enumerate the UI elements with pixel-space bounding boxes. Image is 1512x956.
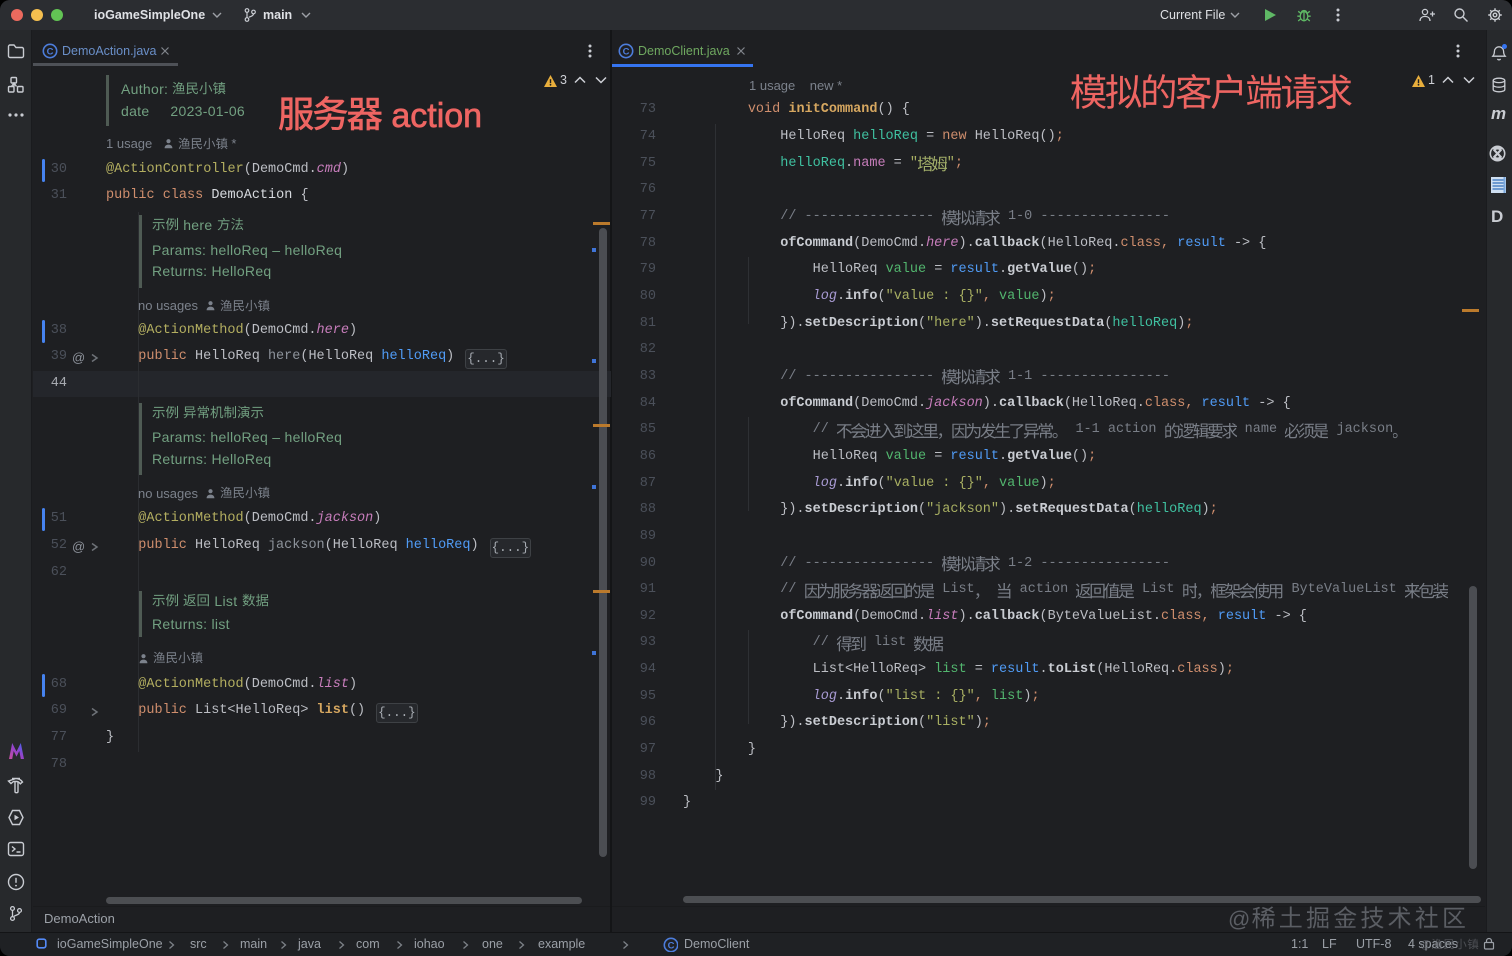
- svg-text:C: C: [668, 941, 675, 952]
- svg-text:C: C: [623, 47, 630, 58]
- svg-text:C: C: [47, 47, 54, 58]
